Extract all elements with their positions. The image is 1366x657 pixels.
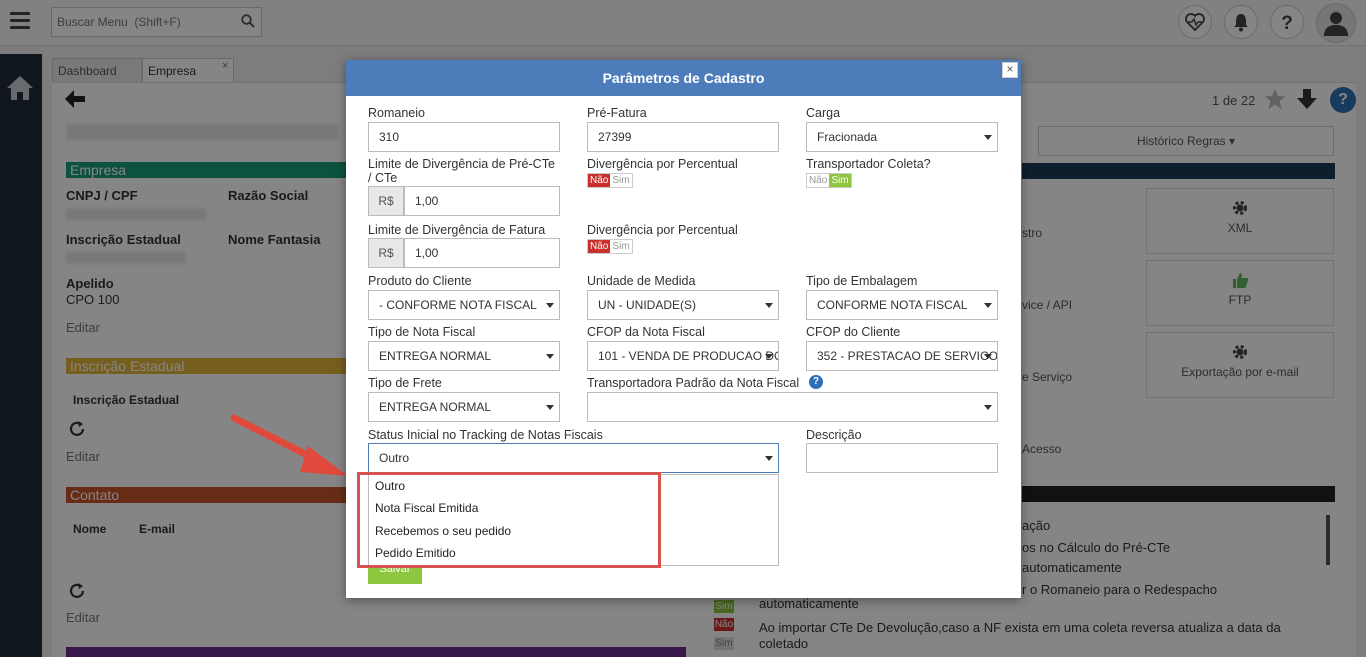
- chevron-down-icon: [984, 303, 992, 308]
- limite-fatura-label: Limite de Divergência de Fatura: [368, 223, 546, 237]
- romaneio-input[interactable]: 310: [368, 122, 560, 152]
- tipo-nota-select[interactable]: ENTREGA NORMAL: [368, 341, 560, 371]
- toggle-nao[interactable]: Não: [588, 240, 611, 253]
- transportador-coleta-toggle[interactable]: Não Sim: [806, 173, 852, 188]
- chevron-down-icon: [765, 456, 773, 461]
- transportador-coleta-label: Transportador Coleta?: [806, 157, 931, 171]
- romaneio-label: Romaneio: [368, 106, 425, 120]
- chevron-down-icon: [765, 303, 773, 308]
- transportadora-padrao-select[interactable]: [587, 392, 998, 422]
- chevron-down-icon: [546, 303, 554, 308]
- annotation-arrow-icon: [230, 414, 348, 476]
- limite-prec-label: Limite de Divergência de Pré-CTe: [368, 157, 555, 171]
- cfop-cliente-select[interactable]: 352 - PRESTACAO DE SERVICO DE: [806, 341, 998, 371]
- tipo-frete-label: Tipo de Frete: [368, 376, 442, 390]
- unidade-medida-value: UN - UNIDADE(S): [598, 298, 696, 312]
- toggle-nao[interactable]: Não: [807, 174, 830, 187]
- currency-prefix: R$: [368, 186, 404, 216]
- descricao-input[interactable]: [806, 443, 998, 473]
- carga-select[interactable]: Fracionada: [806, 122, 998, 152]
- carga-label: Carga: [806, 106, 841, 120]
- transportadora-padrao-label: Transportadora Padrão da Nota Fiscal: [587, 376, 800, 390]
- chevron-down-icon: [984, 354, 992, 359]
- limite-prec-label-2: / CTe: [368, 171, 398, 185]
- carga-value: Fracionada: [817, 130, 878, 144]
- unidade-medida-label: Unidade de Medida: [587, 274, 696, 288]
- chevron-down-icon: [546, 405, 554, 410]
- descricao-label: Descrição: [806, 428, 862, 442]
- cfop-cliente-value: 352 - PRESTACAO DE SERVICO DE: [817, 349, 998, 363]
- pre-fatura-input[interactable]: 27399: [587, 122, 779, 152]
- div-percentual-toggle[interactable]: Não Sim: [587, 239, 633, 254]
- limite-prec-input[interactable]: 1,00: [404, 186, 560, 216]
- div-percentual-toggle[interactable]: Não Sim: [587, 173, 633, 188]
- cfop-nota-select[interactable]: 101 - VENDA DE PRODUCAO DO E: [587, 341, 779, 371]
- chevron-down-icon: [984, 135, 992, 140]
- toggle-nao[interactable]: Não: [588, 174, 611, 187]
- annotation-highlight-box: [357, 472, 661, 568]
- chevron-down-icon: [984, 405, 992, 410]
- status-inicial-value: Outro: [379, 451, 410, 465]
- limite-fatura-input[interactable]: 1,00: [404, 238, 560, 268]
- toggle-sim[interactable]: Sim: [610, 174, 632, 187]
- save-button[interactable]: Salvar: [368, 566, 422, 584]
- modal-title: Parâmetros de Cadastro: [346, 60, 1021, 96]
- tipo-frete-value: ENTREGA NORMAL: [379, 400, 492, 414]
- tipo-embalagem-value: CONFORME NOTA FISCAL: [817, 298, 968, 312]
- pre-fatura-label: Pré-Fatura: [587, 106, 647, 120]
- status-inicial-label: Status Inicial no Tracking de Notas Fisc…: [368, 428, 603, 442]
- tipo-nota-value: ENTREGA NORMAL: [379, 349, 492, 363]
- unidade-medida-select[interactable]: UN - UNIDADE(S): [587, 290, 779, 320]
- tipo-nota-label: Tipo de Nota Fiscal: [368, 325, 476, 339]
- currency-prefix: R$: [368, 238, 404, 268]
- cfop-nota-value: 101 - VENDA DE PRODUCAO DO E: [598, 349, 779, 363]
- tipo-frete-select[interactable]: ENTREGA NORMAL: [368, 392, 560, 422]
- chevron-down-icon: [765, 354, 773, 359]
- toggle-sim[interactable]: Sim: [829, 174, 851, 187]
- info-icon[interactable]: ?: [809, 375, 823, 389]
- produto-cliente-label: Produto do Cliente: [368, 274, 472, 288]
- cfop-nota-label: CFOP da Nota Fiscal: [587, 325, 705, 339]
- cfop-cliente-label: CFOP do Cliente: [806, 325, 901, 339]
- div-percentual-label: Divergência por Percentual: [587, 157, 738, 171]
- toggle-sim[interactable]: Sim: [610, 240, 632, 253]
- tipo-embalagem-select[interactable]: CONFORME NOTA FISCAL: [806, 290, 998, 320]
- chevron-down-icon: [546, 354, 554, 359]
- produto-cliente-value: - CONFORME NOTA FISCAL: [379, 298, 537, 312]
- modal-close-button[interactable]: ×: [1002, 62, 1018, 78]
- tipo-embalagem-label: Tipo de Embalagem: [806, 274, 918, 288]
- div-percentual-label: Divergência por Percentual: [587, 223, 738, 237]
- produto-cliente-select[interactable]: - CONFORME NOTA FISCAL: [368, 290, 560, 320]
- status-inicial-select[interactable]: Outro: [368, 443, 779, 473]
